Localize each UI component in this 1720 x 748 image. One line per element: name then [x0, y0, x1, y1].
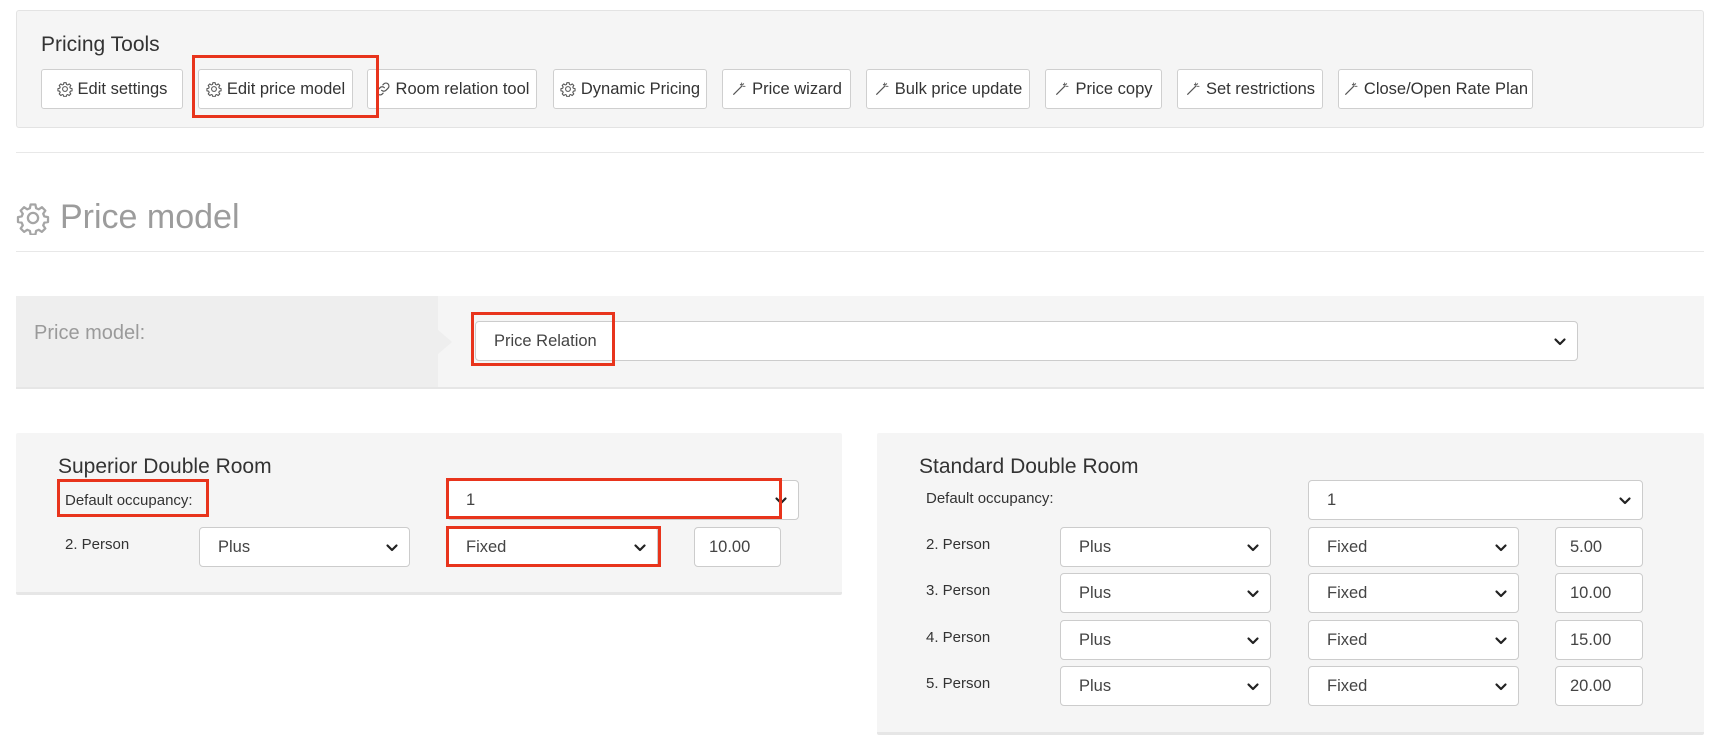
person-amount-value: 10.00 — [709, 537, 751, 556]
chevron-down-icon — [1553, 335, 1567, 349]
person-operator-select[interactable]: Plus — [1060, 620, 1271, 660]
person-operator-value: Plus — [1079, 537, 1112, 556]
person-type-value: Fixed — [466, 537, 507, 556]
price-copy-label: Price copy — [1075, 79, 1153, 98]
default-occupancy-label: Default occupancy: — [65, 492, 193, 509]
magic-wand-icon — [1185, 81, 1201, 97]
price-model-select[interactable]: Price Relation — [475, 321, 1578, 361]
chevron-down-icon — [1494, 541, 1508, 555]
default-occupancy-label: Default occupancy: — [926, 490, 1054, 507]
person-operator-value: Plus — [1079, 676, 1112, 695]
person-amount-input[interactable]: 15.00 — [1555, 620, 1643, 660]
default-occupancy-select[interactable]: 1 — [1308, 480, 1643, 520]
divider — [16, 251, 1704, 252]
edit-price-model-label: Edit price model — [226, 79, 346, 98]
magic-wand-icon — [874, 81, 890, 97]
room-relation-tool-button[interactable]: Room relation tool — [367, 69, 537, 109]
person-type-value: Fixed — [1327, 676, 1368, 695]
person-amount-value: 15.00 — [1570, 630, 1612, 649]
person-type-value: Fixed — [1327, 537, 1368, 556]
chevron-down-icon — [385, 541, 399, 555]
price-wizard-label: Price wizard — [752, 79, 842, 98]
person-amount-input[interactable]: 20.00 — [1555, 666, 1643, 706]
edit-price-model-button[interactable]: Edit price model — [198, 69, 353, 109]
person-type-select[interactable]: Fixed — [1308, 573, 1519, 613]
gear-icon — [57, 81, 73, 97]
gear-icon — [206, 81, 222, 97]
chevron-down-icon — [1246, 634, 1260, 648]
close-open-rate-plan-label: Close/Open Rate Plan — [1363, 79, 1529, 98]
person-amount-input[interactable]: 10.00 — [694, 527, 781, 567]
dynamic-pricing-button[interactable]: Dynamic Pricing — [553, 69, 707, 109]
close-open-rate-plan-button[interactable]: Close/Open Rate Plan — [1338, 69, 1533, 109]
page-heading: Price model — [16, 198, 240, 237]
link-icon — [375, 81, 391, 97]
gear-icon — [16, 201, 50, 235]
chevron-down-icon — [1246, 587, 1260, 601]
set-restrictions-label: Set restrictions — [1205, 79, 1316, 98]
person-label: 2. Person — [65, 536, 130, 553]
person-amount-value: 20.00 — [1570, 676, 1612, 695]
default-occupancy-value: 1 — [466, 490, 476, 509]
price-wizard-button[interactable]: Price wizard — [722, 69, 851, 109]
person-operator-select[interactable]: Plus — [1060, 573, 1271, 613]
person-amount-value: 10.00 — [1570, 583, 1612, 602]
price-model-label-area: Price model: — [16, 296, 452, 387]
pricing-tools-panel: Pricing Tools Edit settings Edit price m… — [16, 10, 1704, 128]
person-label: 3. Person — [926, 582, 991, 599]
magic-wand-icon — [1054, 81, 1070, 97]
edit-settings-label: Edit settings — [77, 79, 168, 98]
person-type-select[interactable]: Fixed — [1308, 527, 1519, 567]
person-label: 4. Person — [926, 629, 991, 646]
person-operator-value: Plus — [1079, 630, 1112, 649]
person-operator-select[interactable]: Plus — [1060, 527, 1271, 567]
room-title: Standard Double Room — [919, 455, 1139, 478]
person-label: 2. Person — [926, 536, 991, 553]
price-model-row: Price model: Price Relation — [16, 296, 1704, 389]
person-operator-value: Plus — [1079, 583, 1112, 602]
price-copy-button[interactable]: Price copy — [1045, 69, 1162, 109]
bulk-price-update-button[interactable]: Bulk price update — [866, 69, 1030, 109]
chevron-down-icon — [633, 541, 647, 555]
magic-wand-icon — [1343, 81, 1359, 97]
dynamic-pricing-label: Dynamic Pricing — [580, 79, 701, 98]
person-operator-select[interactable]: Plus — [1060, 666, 1271, 706]
gear-icon — [560, 81, 576, 97]
chevron-down-icon — [774, 494, 788, 508]
chevron-down-icon — [1246, 541, 1260, 555]
chevron-down-icon — [1494, 587, 1508, 601]
room-relation-tool-label: Room relation tool — [395, 79, 530, 98]
person-type-select[interactable]: Fixed — [447, 527, 658, 567]
divider — [16, 152, 1704, 153]
person-type-value: Fixed — [1327, 583, 1368, 602]
person-type-select[interactable]: Fixed — [1308, 620, 1519, 660]
person-amount-input[interactable]: 5.00 — [1555, 527, 1643, 567]
magic-wand-icon — [731, 81, 747, 97]
person-type-select[interactable]: Fixed — [1308, 666, 1519, 706]
set-restrictions-button[interactable]: Set restrictions — [1177, 69, 1323, 109]
pricing-tools-title: Pricing Tools — [41, 33, 160, 56]
edit-settings-button[interactable]: Edit settings — [41, 69, 183, 109]
person-label: 5. Person — [926, 675, 991, 692]
person-amount-input[interactable]: 10.00 — [1555, 573, 1643, 613]
page-title: Price model — [60, 198, 240, 236]
price-model-label: Price model: — [34, 322, 146, 344]
default-occupancy-select[interactable]: 1 — [447, 480, 799, 520]
default-occupancy-value: 1 — [1327, 490, 1337, 509]
price-model-select-value: Price Relation — [494, 331, 597, 350]
chevron-down-icon — [1618, 494, 1632, 508]
chevron-down-icon — [1494, 634, 1508, 648]
bulk-price-update-label: Bulk price update — [894, 79, 1023, 98]
room-panel-standard-double: Standard Double Room Default occupancy: … — [877, 433, 1704, 735]
person-amount-value: 5.00 — [1570, 537, 1603, 556]
person-type-value: Fixed — [1327, 630, 1368, 649]
chevron-down-icon — [1494, 680, 1508, 694]
room-panel-superior-double: Superior Double Room Default occupancy: … — [16, 433, 842, 595]
room-title: Superior Double Room — [58, 455, 272, 478]
person-operator-select[interactable]: Plus — [199, 527, 410, 567]
chevron-down-icon — [1246, 680, 1260, 694]
person-operator-value: Plus — [218, 537, 251, 556]
